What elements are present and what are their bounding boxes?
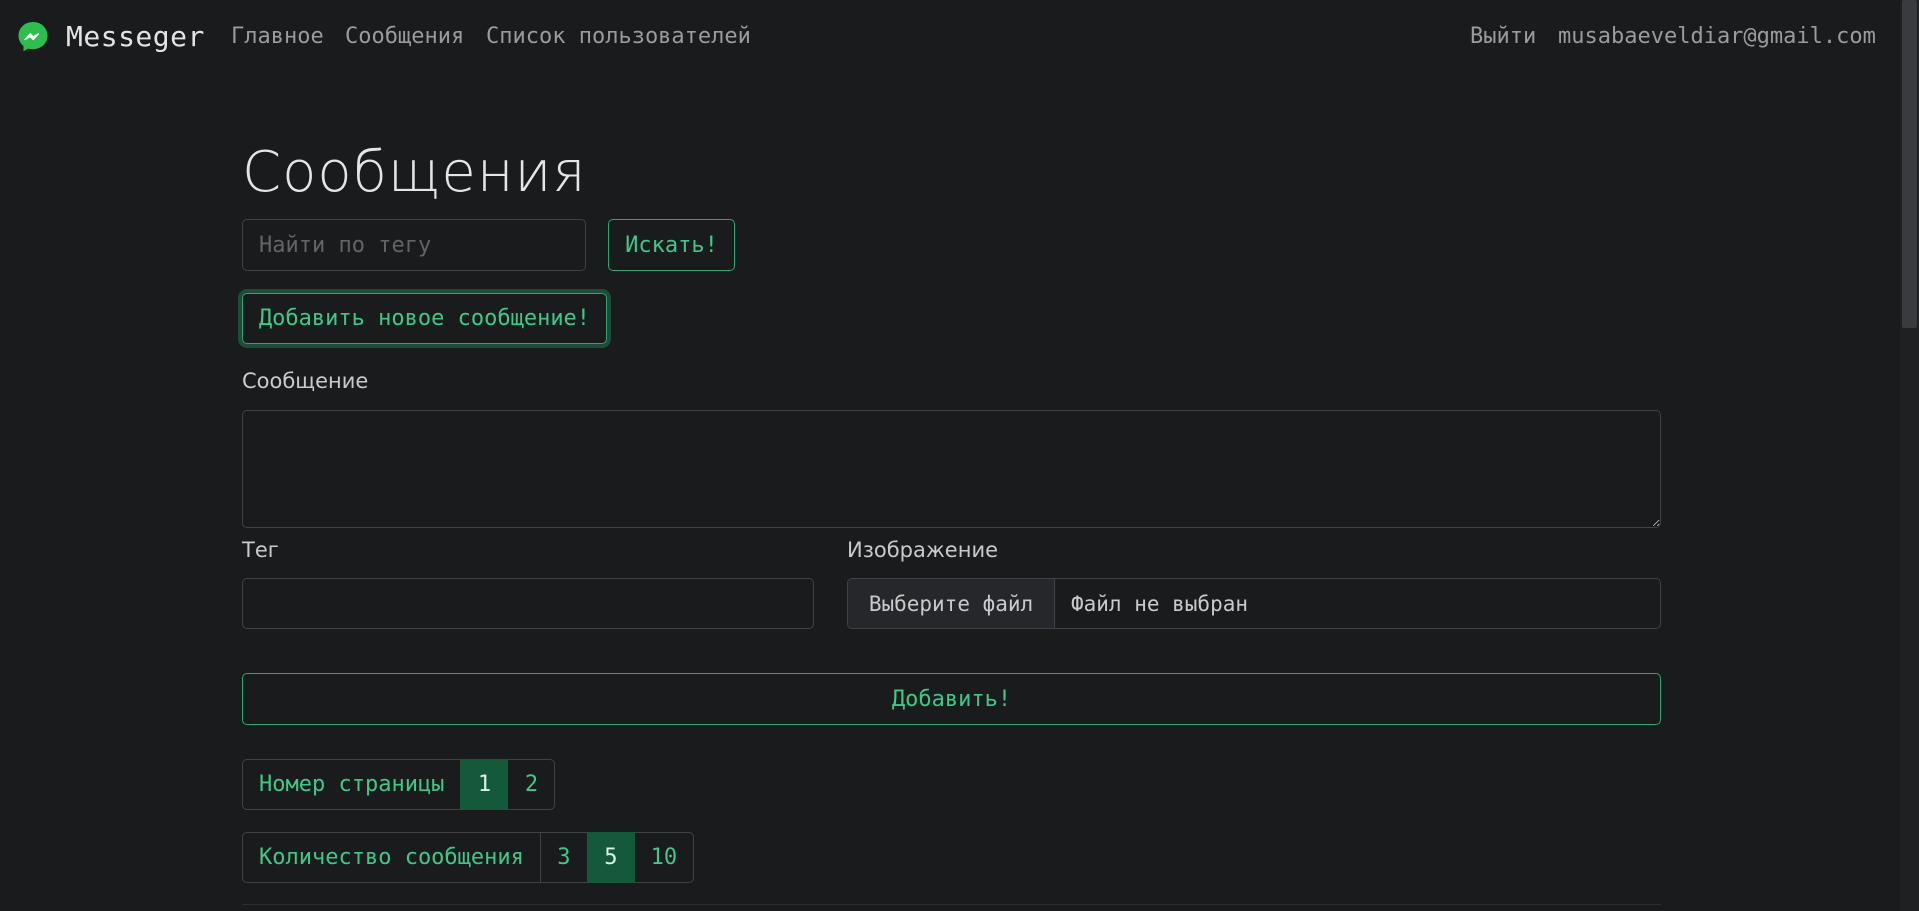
page-2-button[interactable]: 2 [507,759,556,810]
tag-input[interactable] [242,578,814,629]
image-label: Изображение [847,538,999,562]
file-status: Файл не выбран [1071,591,1249,616]
page-size-5-button[interactable]: 5 [586,832,635,883]
choose-file-button[interactable]: Выберите файл [848,579,1055,628]
search-button[interactable]: Искать! [608,219,735,271]
page-size-selector: Количество сообщения 3 5 10 [242,832,694,883]
pagination: Номер страницы 1 2 [242,759,556,810]
nav-link-messages[interactable]: Сообщения [345,22,464,52]
add-new-message-button[interactable]: Добавить новое сообщение! [242,293,607,344]
message-list-top-edge [242,904,1661,905]
brand-name: Messeger [66,20,205,53]
tag-search-input[interactable] [242,219,586,271]
page-size-label: Количество сообщения [242,832,541,883]
navbar: Messeger Главное Сообщения Список пользо… [0,0,1900,74]
brand[interactable]: Messeger [16,19,204,55]
page-size-3-button[interactable]: 3 [539,832,588,883]
messenger-logo-icon [18,22,48,52]
nav-link-users[interactable]: Список пользователей [486,22,751,52]
nav-link-home[interactable]: Главное [231,22,324,52]
pagination-label: Номер страницы [242,759,462,810]
page-title: Сообщения [242,140,587,205]
user-email: musabaeveldiar@gmail.com [1558,24,1876,49]
image-file-input[interactable]: Выберите файл Файл не выбран [847,578,1661,629]
submit-message-button[interactable]: Добавить! [242,673,1661,725]
scrollbar-thumb[interactable] [1902,0,1917,328]
message-textarea[interactable] [242,410,1661,528]
page-1-button[interactable]: 1 [460,759,509,810]
logout-link[interactable]: Выйти [1470,22,1536,52]
message-label: Сообщение [242,369,369,393]
scrollbar[interactable] [1900,0,1919,911]
tag-label: Тег [242,538,279,562]
page-size-10-button[interactable]: 10 [633,832,694,883]
